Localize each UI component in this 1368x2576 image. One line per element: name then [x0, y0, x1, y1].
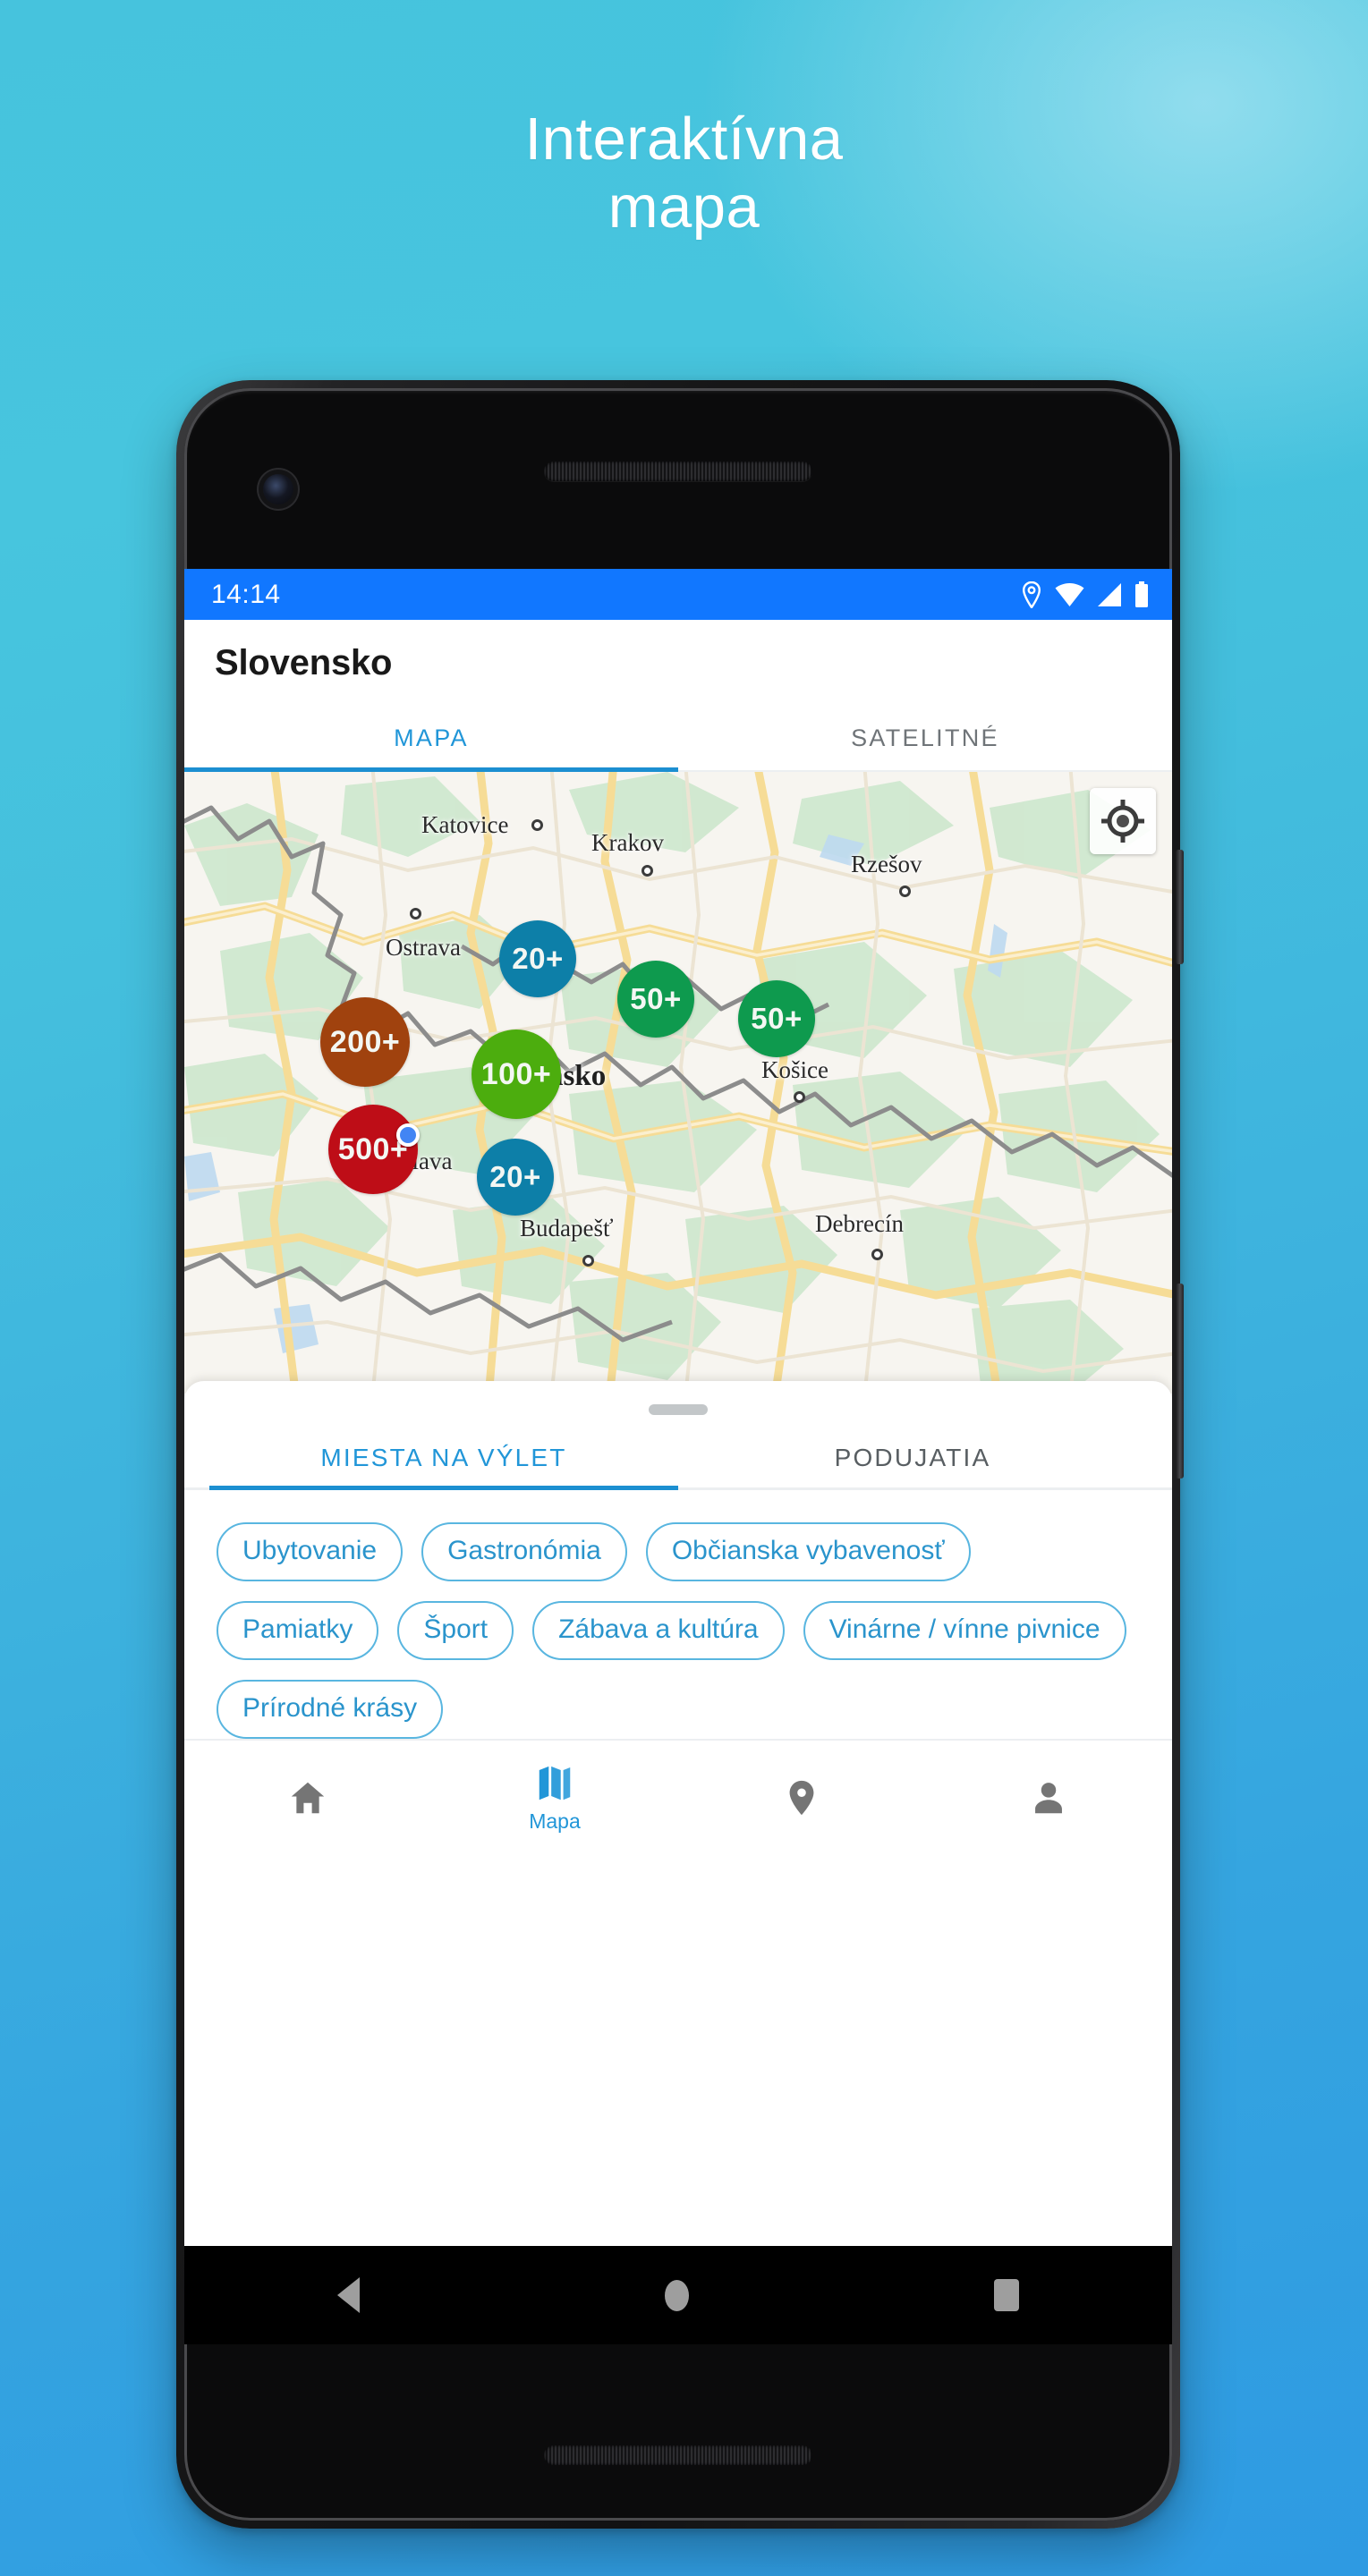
- map-type-tabs: MAPA SATELITNÉ: [184, 714, 1172, 772]
- phone-screen: 14:14 Slovensko MAPA SATELITNÉ Katovice …: [184, 569, 1172, 2246]
- my-location-button[interactable]: [1090, 788, 1156, 854]
- chip-pamiatky[interactable]: Pamiatky: [217, 1601, 379, 1660]
- chip-zabava-a-kultura[interactable]: Zábava a kultúra: [532, 1601, 785, 1660]
- map-basemap: [184, 772, 1172, 1394]
- city-dot: [871, 1249, 883, 1260]
- category-chip-list: Ubytovanie Gastronómia Občianska vybaven…: [184, 1490, 1172, 1739]
- sheet-drag-handle[interactable]: [649, 1404, 708, 1415]
- nav-item-map[interactable]: Mapa: [431, 1741, 678, 1855]
- battery-icon: [1135, 581, 1148, 607]
- status-icon-group: [1021, 580, 1149, 608]
- page-title-line-1: Interaktívna: [524, 106, 844, 173]
- location-pin-icon: [789, 1780, 814, 1816]
- home-icon: [291, 1782, 325, 1814]
- chip-prirodne-krasy[interactable]: Prírodné krásy: [217, 1680, 444, 1739]
- page-title-line-2: mapa: [608, 173, 760, 241]
- front-camera: [263, 474, 293, 504]
- nav-item-profile[interactable]: [925, 1741, 1172, 1855]
- back-button[interactable]: [336, 2277, 360, 2313]
- city-dot: [642, 865, 653, 877]
- bottom-sheet: MIESTA NA VÝLET PODUJATIA Ubytovanie Gas…: [184, 1381, 1172, 2246]
- city-label: Ostrava: [386, 934, 461, 961]
- status-bar: 14:14: [184, 569, 1172, 620]
- my-location-icon: [1101, 800, 1144, 843]
- city-label: Budapešť: [520, 1215, 614, 1241]
- earpiece-speaker: [544, 462, 812, 481]
- city-label: Katovice: [421, 811, 509, 838]
- user-location-dot: [396, 1123, 420, 1147]
- recents-button[interactable]: [994, 2279, 1020, 2311]
- tab-miesta-na-vylet[interactable]: MIESTA NA VÝLET: [209, 1444, 678, 1490]
- chip-gastronomia[interactable]: Gastronómia: [421, 1522, 627, 1581]
- android-navigation-bar: [184, 2246, 1172, 2344]
- chip-ubytovanie[interactable]: Ubytovanie: [217, 1522, 404, 1581]
- map-icon: [539, 1766, 571, 1800]
- chip-vinarne-vinne-pivnice[interactable]: Vinárne / vínne pivnice: [803, 1601, 1126, 1660]
- status-time: 14:14: [211, 579, 281, 609]
- app-title: Slovensko: [215, 643, 393, 682]
- bottom-speaker: [544, 2445, 812, 2465]
- nav-item-home[interactable]: [184, 1741, 431, 1855]
- tab-mapa[interactable]: MAPA: [184, 714, 678, 772]
- city-dot: [794, 1091, 805, 1103]
- map-canvas[interactable]: Katovice Krakov Rzešov Ostrava Košice Br…: [184, 772, 1172, 1394]
- home-button[interactable]: [664, 2279, 689, 2311]
- wifi-icon: [1055, 582, 1084, 606]
- volume-button[interactable]: [1176, 1284, 1184, 1479]
- chip-obcianska-vybavenost[interactable]: Občianska vybavenosť: [645, 1522, 971, 1581]
- city-dot: [582, 1255, 594, 1267]
- map-cluster-marker[interactable]: 200+: [320, 997, 410, 1087]
- signal-icon: [1098, 582, 1121, 606]
- power-button[interactable]: [1176, 850, 1184, 964]
- tab-satelitne[interactable]: SATELITNÉ: [678, 714, 1172, 770]
- map-cluster-marker[interactable]: 50+: [617, 961, 694, 1038]
- page-title: Interaktívna mapa: [0, 106, 1368, 241]
- city-dot: [410, 908, 421, 919]
- city-label: Rzešov: [851, 851, 922, 877]
- chip-sport[interactable]: Šport: [397, 1601, 514, 1660]
- city-dot: [899, 886, 911, 897]
- city-label: Košice: [761, 1056, 828, 1083]
- bottom-navigation: Mapa: [184, 1739, 1172, 1855]
- city-label: Krakov: [591, 829, 664, 856]
- city-dot: [531, 819, 543, 831]
- app-bar: Slovensko MAPA SATELITNÉ: [184, 620, 1172, 772]
- tab-podujatia[interactable]: PODUJATIA: [678, 1444, 1147, 1487]
- nav-item-map-label: Mapa: [529, 1809, 581, 1833]
- map-cluster-marker[interactable]: 20+: [499, 920, 576, 997]
- nav-item-places[interactable]: [678, 1741, 925, 1855]
- phone-body: 14:14 Slovensko MAPA SATELITNÉ Katovice …: [184, 388, 1172, 2521]
- map-cluster-marker[interactable]: 20+: [477, 1139, 554, 1216]
- city-label: Debrecín: [815, 1210, 904, 1237]
- sheet-tabs: MIESTA NA VÝLET PODUJATIA: [184, 1444, 1172, 1490]
- map-cluster-marker[interactable]: 50+: [738, 980, 815, 1057]
- map-cluster-marker[interactable]: 100+: [472, 1030, 561, 1119]
- person-icon: [1035, 1783, 1062, 1814]
- phone-mockup: 14:14 Slovensko MAPA SATELITNÉ Katovice …: [176, 380, 1184, 2529]
- map-cluster-marker[interactable]: 500+: [328, 1105, 418, 1194]
- location-pin-icon: [1022, 580, 1041, 608]
